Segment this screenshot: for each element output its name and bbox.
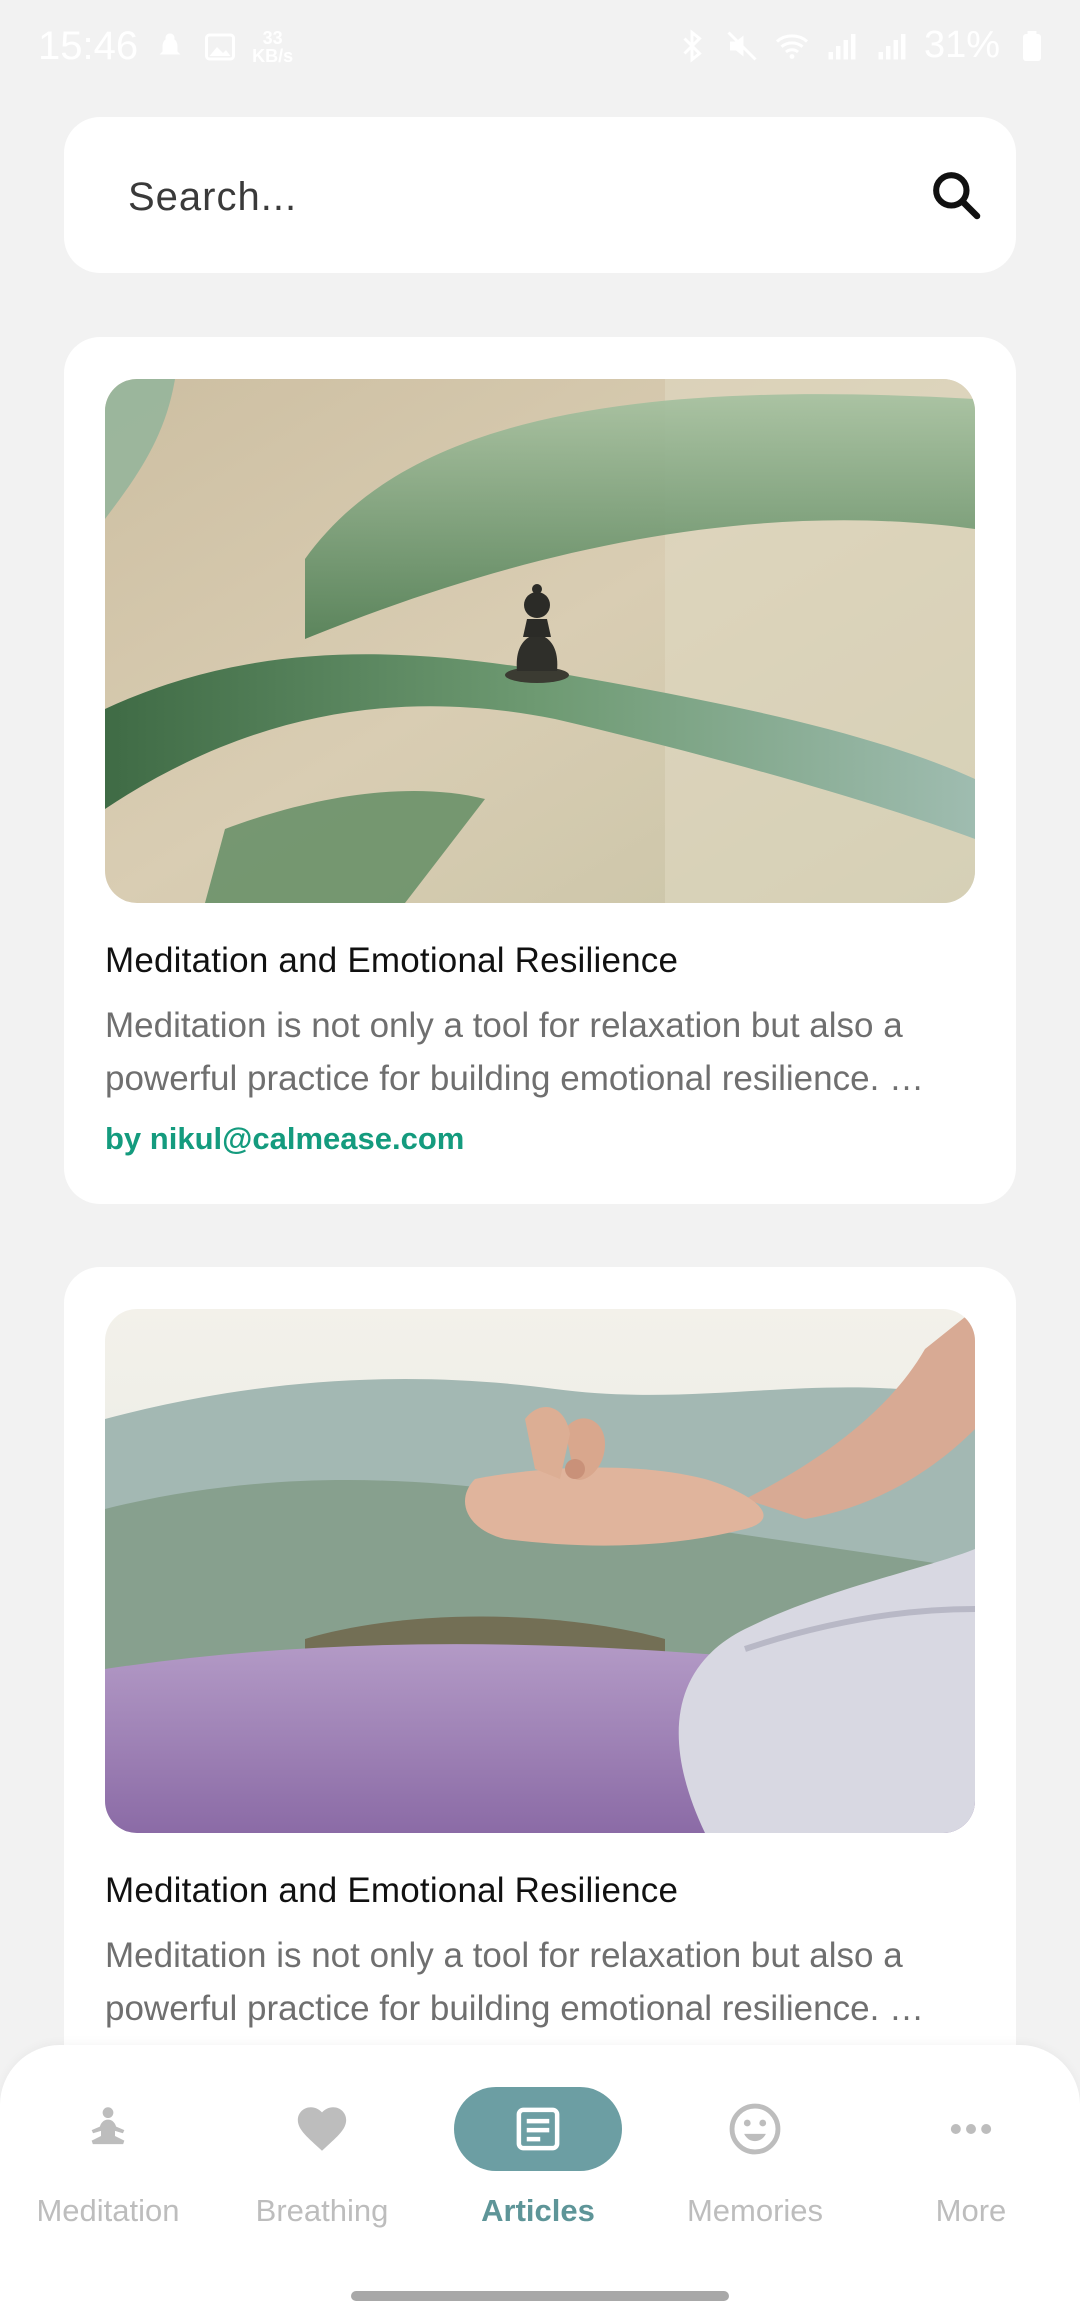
article-title: Meditation and Emotional Resilience <box>105 1871 679 1910</box>
status-time: 15:46 <box>38 24 139 68</box>
nav-label: Meditation <box>36 2193 180 2228</box>
article-card[interactable]: Meditation and Emotional Resilience Medi… <box>64 1267 1016 2167</box>
wifi-icon <box>775 33 808 59</box>
meditation-icon <box>91 2107 125 2145</box>
bluetooth-icon <box>683 28 702 63</box>
article-author[interactable]: by nikul@calmease.com <box>105 1121 464 1157</box>
article-title: Meditation and Emotional Resilience <box>105 941 679 980</box>
nav-item-memories[interactable]: Memories <box>655 2087 855 2237</box>
smiley-icon <box>729 2103 781 2155</box>
article-image-meditation-hand <box>105 1309 975 1833</box>
article-excerpt: Meditation is not only a tool for relaxa… <box>105 1936 925 2028</box>
article-card[interactable]: Meditation and Emotional Resilience Medi… <box>64 337 1016 1204</box>
home-indicator[interactable] <box>351 2291 729 2301</box>
article-icon <box>516 2107 560 2151</box>
nav-icon-container <box>671 2087 839 2171</box>
nav-icon-container <box>24 2087 192 2171</box>
nav-label: Breathing <box>255 2193 389 2228</box>
net-speed: 33 KB/s <box>252 27 294 66</box>
nav-item-articles[interactable]: Articles <box>438 2087 638 2237</box>
nav-item-more[interactable]: More <box>871 2087 1071 2237</box>
nav-item-breathing[interactable]: Breathing <box>222 2087 422 2237</box>
notification-icon <box>159 33 181 54</box>
battery-percent: 31% <box>923 24 1000 66</box>
signal-icon <box>828 33 856 59</box>
more-icon <box>950 2124 992 2134</box>
nav-item-meditation[interactable]: Meditation <box>8 2087 208 2237</box>
heart-icon <box>297 2107 347 2151</box>
article-image-buddha-leaf <box>105 379 975 903</box>
article-excerpt: Meditation is not only a tool for relaxa… <box>105 1006 925 1098</box>
nav-icon-container <box>238 2087 406 2171</box>
battery-icon <box>1023 30 1041 61</box>
search-icon[interactable] <box>928 167 984 223</box>
nav-icon-container <box>887 2087 1055 2171</box>
bottom-navigation: Meditation Breathing Articles Memories M… <box>0 2045 1080 2316</box>
mute-icon <box>727 30 757 61</box>
gallery-icon <box>205 33 236 60</box>
nav-icon-container <box>454 2087 622 2171</box>
signal-icon-2 <box>878 33 906 59</box>
nav-label: Articles <box>481 2193 595 2228</box>
nav-label: Memories <box>686 2193 824 2228</box>
status-bar: 15:46 33 KB/s 31% <box>0 0 1080 95</box>
search-box <box>64 117 1016 273</box>
search-input[interactable] <box>126 161 910 233</box>
nav-label: More <box>935 2193 1007 2228</box>
